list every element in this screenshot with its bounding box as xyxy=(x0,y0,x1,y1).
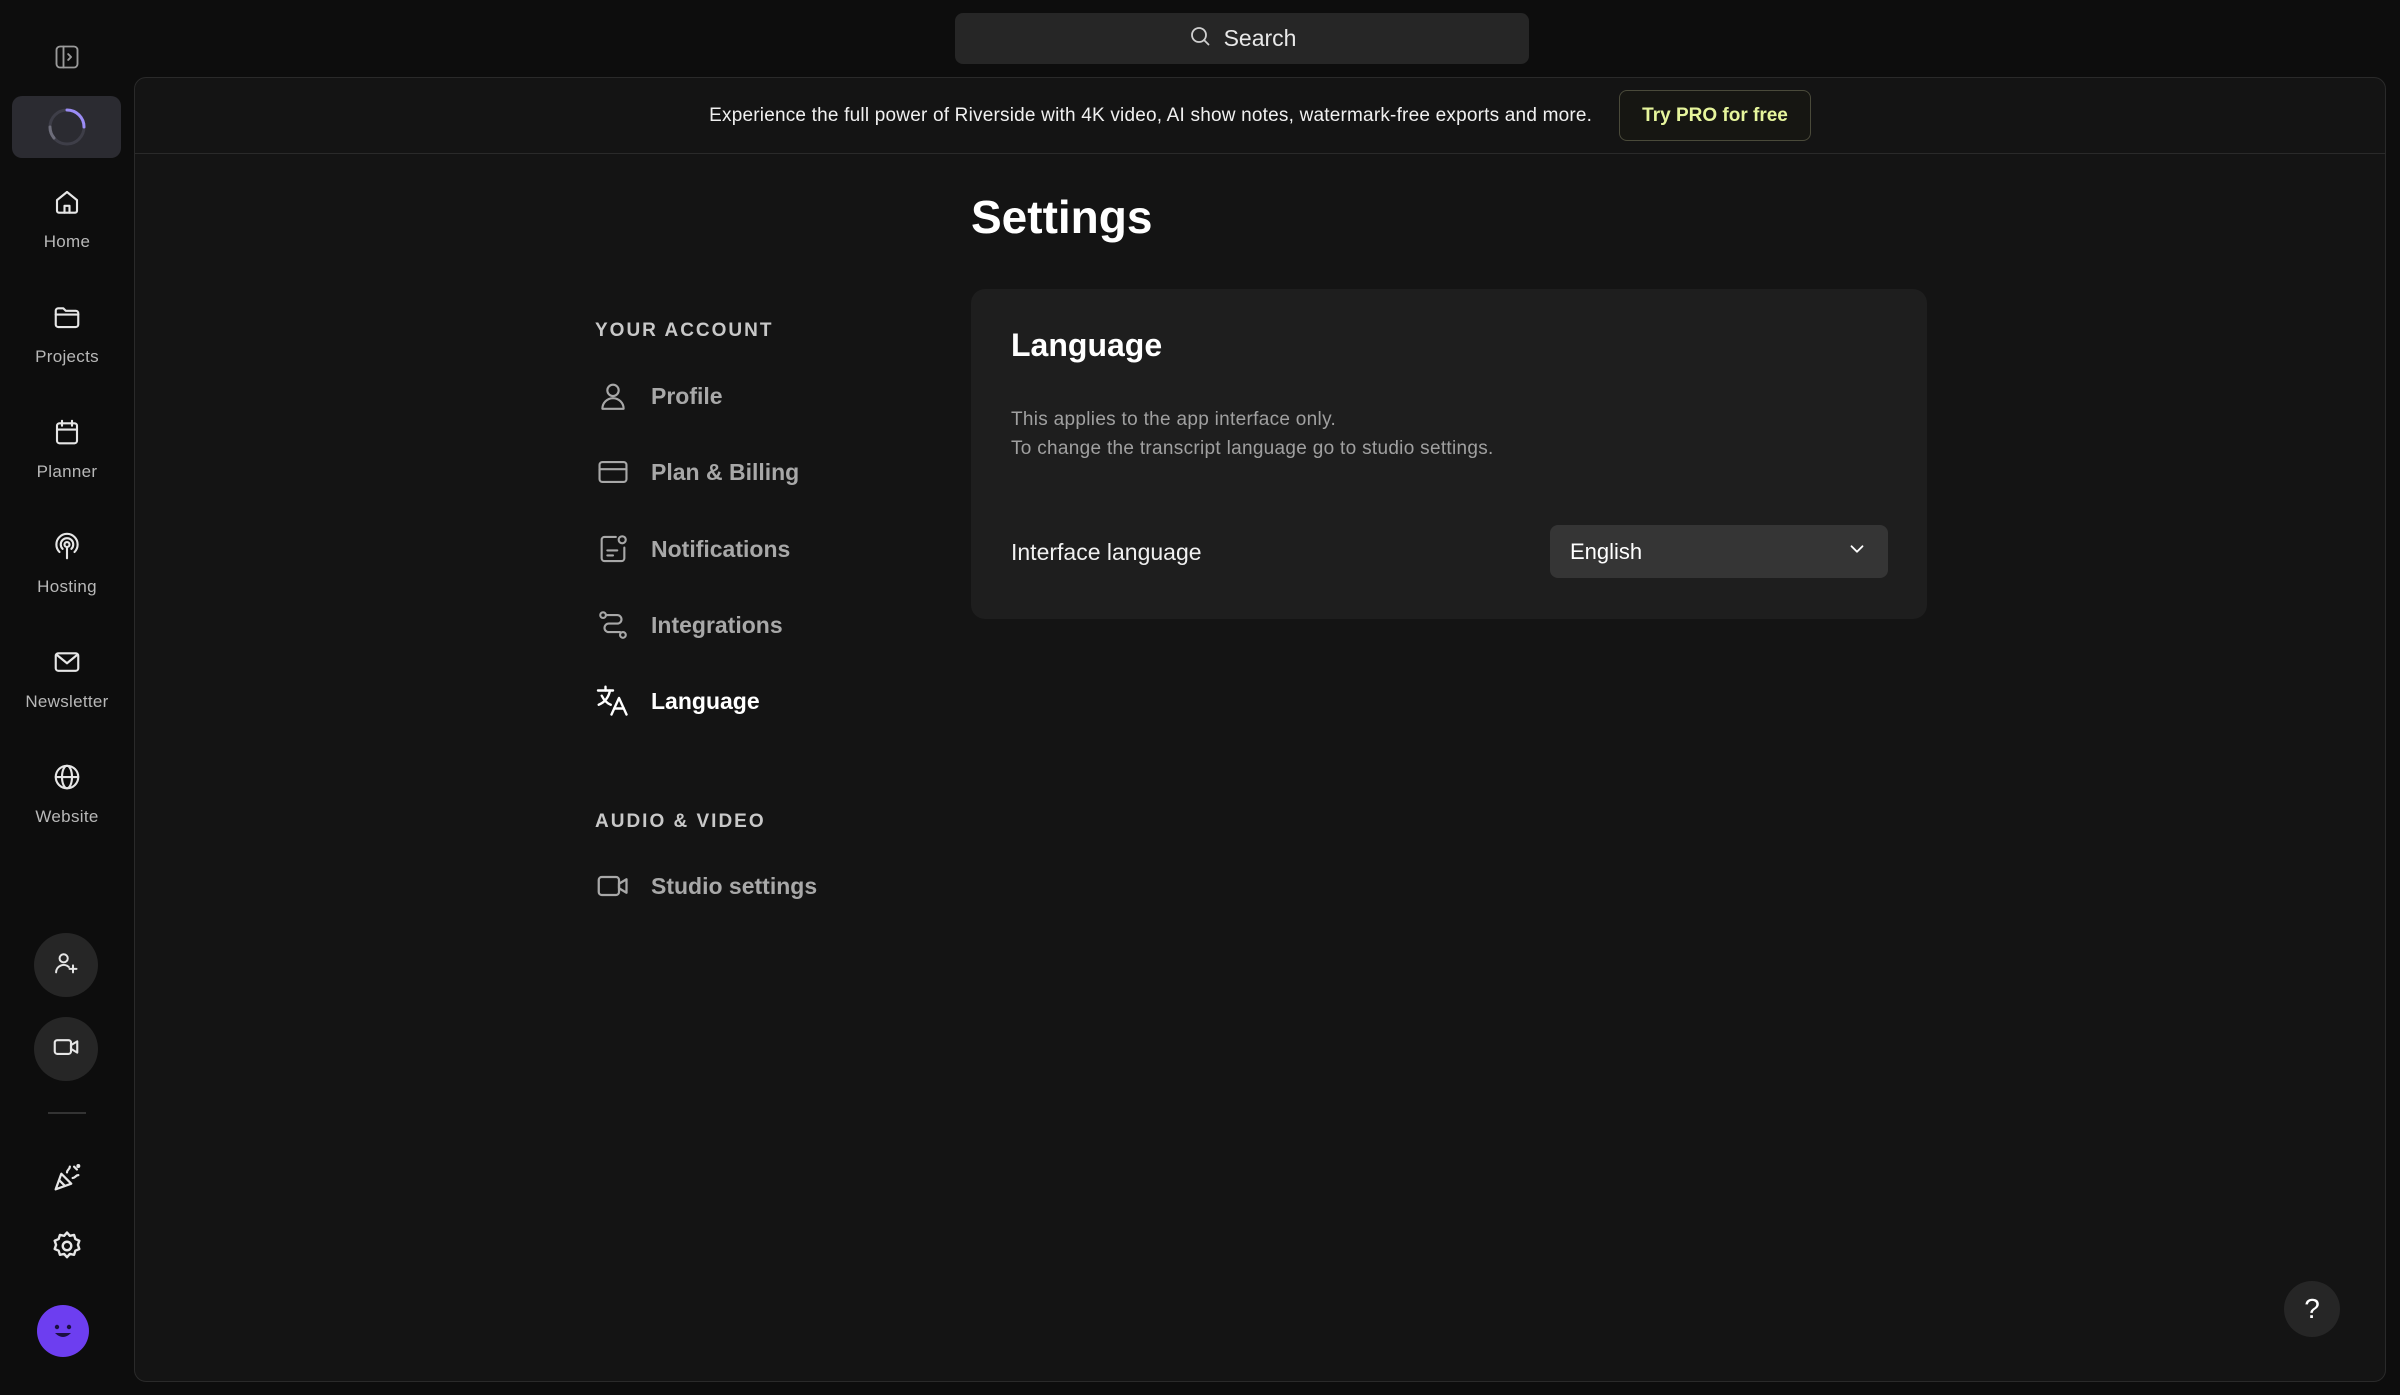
settings-nav-notifications[interactable]: Notifications xyxy=(595,527,790,571)
party-popper-icon xyxy=(50,1161,84,1200)
credit-card-icon xyxy=(595,454,631,490)
user-icon xyxy=(595,378,631,414)
interface-language-select[interactable]: English xyxy=(1550,525,1888,578)
settings-nav-label: Language xyxy=(651,687,760,714)
podcast-icon xyxy=(47,527,87,567)
rail-item-label: Newsletter xyxy=(25,692,109,711)
avatar[interactable] xyxy=(37,1305,89,1357)
calendar-icon xyxy=(47,412,87,452)
rail-nav: Home Projects Planner Hosting Newsletter xyxy=(0,178,134,868)
rail-item-planner[interactable]: Planner xyxy=(0,408,134,523)
card-description-line: To change the transcript language go to … xyxy=(1011,438,1494,459)
search-icon xyxy=(1188,24,1212,54)
left-rail: Home Projects Planner Hosting Newsletter xyxy=(0,0,134,1395)
search-label: Search xyxy=(1223,25,1297,51)
search-bar[interactable]: Search xyxy=(955,13,1529,64)
rail-item-label: Hosting xyxy=(37,577,97,596)
select-value: English xyxy=(1570,538,1643,564)
invite-user-button[interactable] xyxy=(34,933,98,997)
settings-nav-integrations[interactable]: Integrations xyxy=(595,603,783,647)
card-description: This applies to the app interface only. … xyxy=(1011,405,1494,463)
rail-item-label: Projects xyxy=(35,347,99,366)
rail-item-label: Planner xyxy=(36,462,98,481)
settings-nav-label: Studio settings xyxy=(651,872,818,899)
folder-icon xyxy=(47,297,87,337)
settings-nav-label: Integrations xyxy=(651,611,783,638)
home-icon xyxy=(47,182,87,222)
globe-icon xyxy=(47,757,87,797)
gear-icon xyxy=(50,1229,84,1268)
settings-nav-label: Plan & Billing xyxy=(651,458,800,485)
settings-nav-studio-settings[interactable]: Studio settings xyxy=(595,864,817,908)
rail-item-label: Website xyxy=(35,807,99,826)
whats-new-button[interactable] xyxy=(47,1160,87,1200)
banner-text: Experience the full power of Riverside w… xyxy=(709,104,1593,126)
rail-item-label: Home xyxy=(43,232,91,251)
rail-item-newsletter[interactable]: Newsletter xyxy=(0,638,134,753)
settings-button[interactable] xyxy=(47,1228,87,1268)
help-button[interactable]: ? xyxy=(2284,1281,2340,1337)
settings-nav-plan-billing[interactable]: Plan & Billing xyxy=(595,450,799,494)
rail-divider xyxy=(48,1112,86,1114)
settings-nav-profile[interactable]: Profile xyxy=(595,374,723,418)
page-title: Settings xyxy=(971,191,1153,243)
rail-item-projects[interactable]: Projects xyxy=(0,293,134,408)
rail-item-hosting[interactable]: Hosting xyxy=(0,523,134,638)
start-recording-button[interactable] xyxy=(34,1017,98,1081)
settings-nav-language[interactable]: Language xyxy=(595,679,760,723)
card-title: Language xyxy=(1011,327,1163,363)
settings-nav-label: Profile xyxy=(651,382,723,409)
video-camera-icon xyxy=(51,1032,81,1067)
mail-icon xyxy=(47,642,87,682)
interface-language-label: Interface language xyxy=(1011,539,1202,565)
add-user-icon xyxy=(52,949,80,982)
chevron-down-icon xyxy=(1846,538,1868,566)
integrations-icon xyxy=(595,607,631,643)
section-heading-account: YOUR ACCOUNT xyxy=(595,320,774,341)
card-description-line: This applies to the app interface only. xyxy=(1011,409,1337,430)
upgrade-banner: Experience the full power of Riverside w… xyxy=(135,78,2385,154)
translate-icon xyxy=(595,683,631,719)
video-icon xyxy=(595,868,631,904)
loading-spinner xyxy=(12,96,121,158)
settings-nav-label: Notifications xyxy=(651,535,791,562)
rail-item-website[interactable]: Website xyxy=(0,753,134,868)
rail-item-home[interactable]: Home xyxy=(0,178,134,293)
try-pro-button[interactable]: Try PRO for free xyxy=(1619,90,1811,141)
language-card: Language This applies to the app interfa… xyxy=(971,289,1927,619)
sidebar-toggle-icon[interactable] xyxy=(50,42,84,72)
notification-icon xyxy=(595,531,631,567)
main-panel: Experience the full power of Riverside w… xyxy=(134,77,2386,1382)
section-heading-audio-video: AUDIO & VIDEO xyxy=(595,811,766,832)
